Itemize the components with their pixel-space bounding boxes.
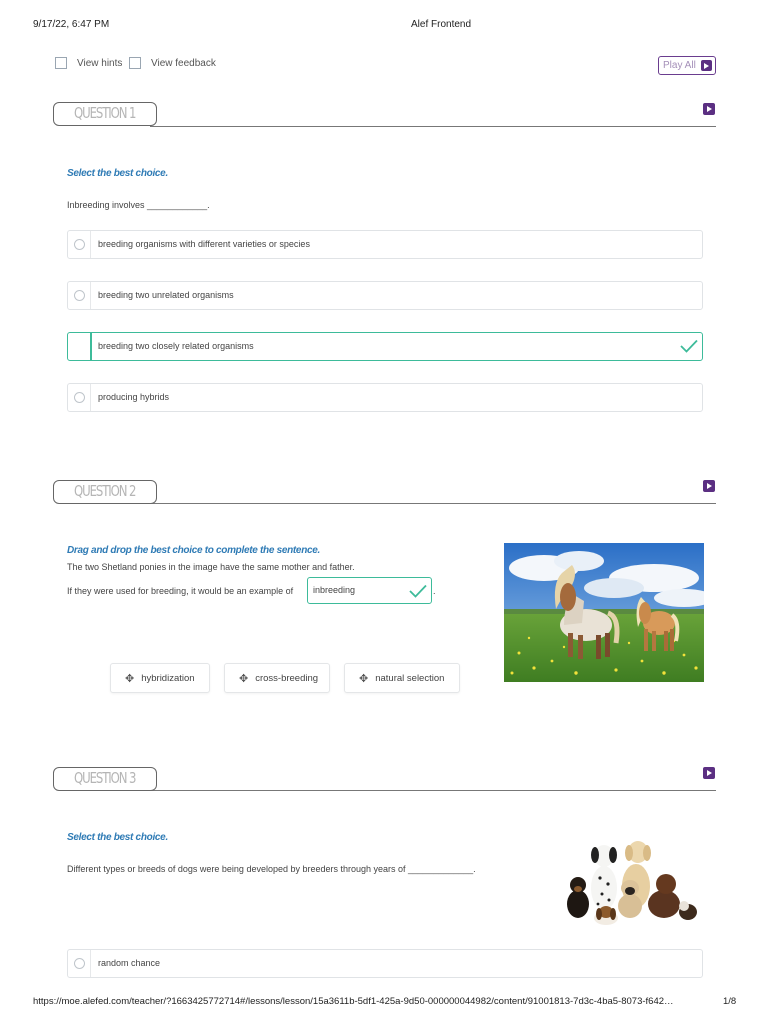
question-divider: [150, 503, 716, 504]
radio-icon[interactable]: [74, 239, 85, 250]
question-2-line2-end: .: [433, 586, 436, 596]
question-2-line2: If they were used for breeding, it would…: [67, 586, 294, 596]
option-label: breeding two closely related organisms: [98, 341, 254, 351]
question-divider: [150, 126, 716, 127]
dog-breeds-image: [556, 838, 704, 928]
play-all-label: Play All: [663, 60, 696, 71]
print-url: https://moe.alefed.com/teacher/?16634257…: [33, 996, 674, 1007]
option-label: breeding two unrelated organisms: [98, 290, 234, 300]
play-icon[interactable]: [703, 103, 715, 115]
shetland-ponies-image: [504, 543, 704, 682]
checkmark-icon: [409, 584, 427, 598]
view-hints-checkbox[interactable]: [55, 57, 67, 69]
question-1-prompt: Inbreeding involves ____________.: [67, 200, 210, 210]
radio-icon[interactable]: [74, 392, 85, 403]
question-2-tab-label: QUESTION 2: [74, 482, 136, 500]
print-title: Alef Frontend: [411, 19, 472, 30]
option-label: random chance: [98, 958, 161, 968]
question-3-tab-label: QUESTION 3: [74, 769, 136, 787]
print-page-number: 1/8: [723, 996, 737, 1007]
view-feedback-label[interactable]: View feedback: [151, 58, 216, 69]
option-3-correct[interactable]: breeding two closely related organisms: [67, 332, 703, 361]
checkmark-icon: [680, 339, 698, 353]
play-icon[interactable]: [703, 767, 715, 779]
drop-zone-answer: inbreeding: [313, 585, 356, 595]
question-3-instruction: Select the best choice.: [67, 832, 168, 843]
drop-zone[interactable]: inbreeding: [307, 577, 432, 604]
radio-icon[interactable]: [74, 958, 85, 969]
print-datetime: 9/17/22, 6:47 PM: [33, 19, 110, 30]
play-icon[interactable]: [703, 480, 715, 492]
move-icon: ✥: [239, 672, 249, 685]
question-1-instruction: Select the best choice.: [67, 168, 168, 179]
radio-icon[interactable]: [74, 290, 85, 301]
question-2-instruction: Drag and drop the best choice to complet…: [67, 545, 320, 556]
question-1-tab-label: QUESTION 1: [74, 104, 136, 122]
option-random-chance[interactable]: random chance: [67, 949, 703, 978]
option-1[interactable]: breeding organisms with different variet…: [67, 230, 703, 259]
play-all-button[interactable]: Play All: [658, 56, 716, 75]
move-icon: ✥: [125, 672, 135, 685]
option-label: producing hybrids: [98, 392, 170, 402]
choice-label: cross-breeding: [255, 672, 319, 684]
move-icon: ✥: [359, 672, 369, 685]
question-3-prompt: Different types or breeds of dogs were b…: [67, 864, 476, 874]
option-4[interactable]: producing hybrids: [67, 383, 703, 412]
view-hints-label[interactable]: View hints: [77, 58, 122, 69]
choice-natural-selection[interactable]: ✥ natural selection: [344, 663, 460, 693]
choice-cross-breeding[interactable]: ✥ cross-breeding: [224, 663, 330, 693]
choice-hybridization[interactable]: ✥ hybridization: [110, 663, 210, 693]
choice-label: hybridization: [141, 672, 195, 684]
option-2[interactable]: breeding two unrelated organisms: [67, 281, 703, 310]
option-label: breeding organisms with different variet…: [98, 239, 310, 249]
play-icon: [700, 60, 712, 71]
question-divider: [150, 790, 716, 791]
question-2-line1: The two Shetland ponies in the image hav…: [67, 562, 355, 572]
choice-label: natural selection: [375, 672, 445, 684]
view-feedback-checkbox[interactable]: [129, 57, 141, 69]
